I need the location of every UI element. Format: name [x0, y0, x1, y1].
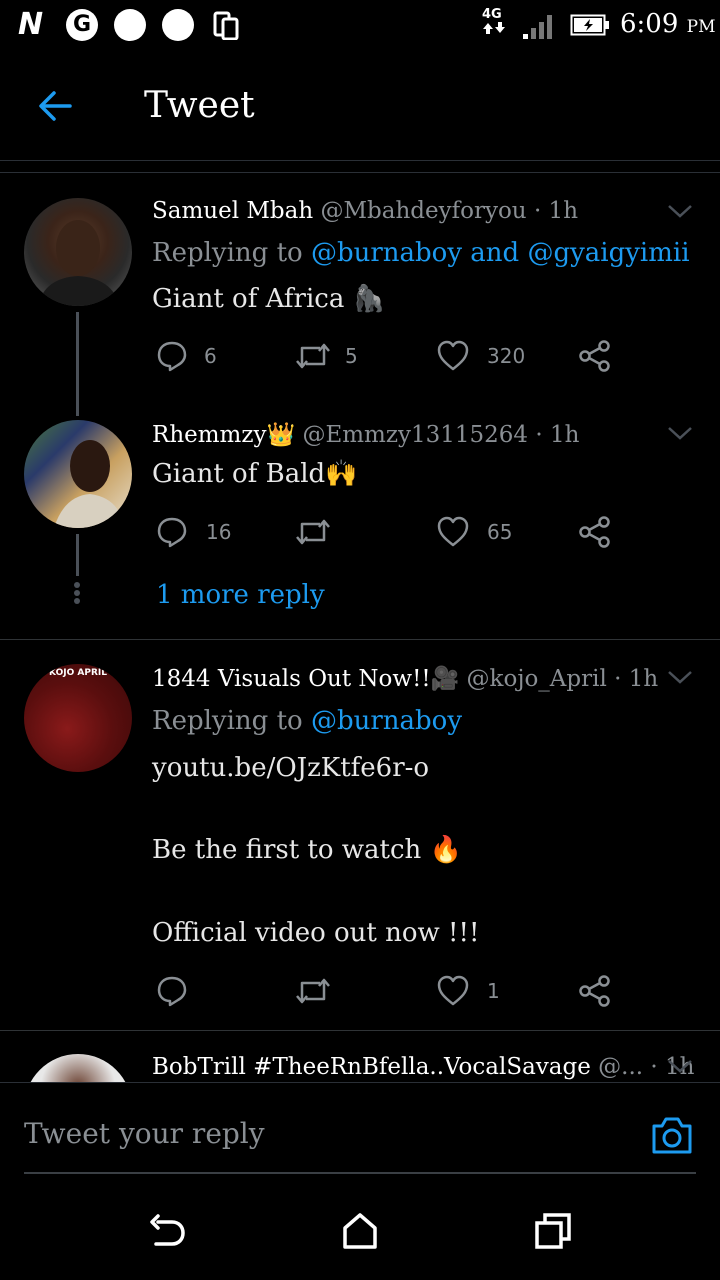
- mention-link[interactable]: @burnaboy: [311, 706, 462, 736]
- share-icon[interactable]: [578, 339, 612, 373]
- tweet-time: · 1h: [533, 198, 579, 224]
- thread-line: [76, 534, 79, 576]
- reply-count: 16: [206, 520, 232, 544]
- tweet-author[interactable]: BobTrill #TheeRnBfella..VocalSavage @...…: [152, 1052, 694, 1082]
- tweet-author[interactable]: Rhemmzy👑 @Emmzy13115264 · 1h: [152, 420, 579, 450]
- chevron-down-icon[interactable]: [667, 669, 693, 685]
- thread-dot: [74, 598, 80, 604]
- tweet-text: Giant of Africa 🦍: [152, 284, 385, 314]
- replying-to: Replying to @burnaboy: [152, 706, 463, 736]
- nav-back-icon[interactable]: [148, 1212, 188, 1252]
- tweet-time: · 1h: [614, 666, 659, 692]
- tweet-handle: @Emmzy13115264: [302, 422, 529, 448]
- tweet-text: Be the first to watch 🔥: [152, 835, 462, 865]
- avatar-image: [54, 440, 124, 528]
- divider: [0, 160, 720, 161]
- like-icon[interactable]: [436, 340, 470, 372]
- reply-input[interactable]: Tweet your reply: [24, 1114, 265, 1154]
- nav-home-icon[interactable]: [342, 1212, 378, 1250]
- page-title: Tweet: [144, 85, 255, 126]
- divider: [0, 1030, 720, 1031]
- circle-notification-icon: [162, 9, 194, 41]
- like-count: 65: [487, 520, 513, 544]
- retweet-icon[interactable]: [294, 975, 332, 1007]
- mention-link[interactable]: @gyaigyimii: [527, 238, 689, 268]
- chevron-down-icon[interactable]: [667, 425, 693, 441]
- divider: [0, 1082, 720, 1083]
- copy-icon: [213, 11, 239, 40]
- share-icon[interactable]: [578, 974, 612, 1008]
- retweet-count: 5: [345, 344, 358, 368]
- reply-icon[interactable]: [156, 340, 188, 372]
- avatar[interactable]: [24, 198, 132, 306]
- data-arrows-icon: [483, 22, 505, 34]
- divider: [0, 639, 720, 640]
- reply-icon[interactable]: [156, 516, 188, 548]
- network-type-label: 4G: [482, 8, 508, 38]
- clock: 6:09 PM: [620, 9, 716, 39]
- chevron-down-icon[interactable]: [667, 203, 693, 219]
- tweet-author[interactable]: Samuel Mbah @Mbahdeyforyou · 1h: [152, 196, 578, 226]
- tweet-handle: @...: [598, 1054, 644, 1080]
- avatar[interactable]: [24, 420, 132, 528]
- share-icon[interactable]: [578, 515, 612, 549]
- tweet-handle: @kojo_April: [466, 666, 607, 692]
- thread-dot: [74, 582, 80, 588]
- avatar-label: KOJO APRIL: [49, 668, 107, 678]
- thread-dot: [74, 590, 80, 596]
- input-underline: [24, 1172, 696, 1174]
- g-notification-icon: G: [66, 9, 98, 41]
- tweet-handle: @Mbahdeyforyou: [320, 198, 527, 224]
- avatar-image: [38, 220, 120, 306]
- thread-line: [76, 312, 79, 416]
- tweet-text: Official video out now !!!: [152, 918, 480, 948]
- retweet-icon[interactable]: [294, 516, 332, 548]
- signal-icon: [523, 15, 552, 39]
- nav-recents-icon[interactable]: [534, 1212, 572, 1250]
- more-replies-link[interactable]: 1 more reply: [156, 578, 325, 612]
- replying-to: Replying to @burnaboy and @gyaigyimii: [152, 238, 690, 268]
- back-arrow-icon[interactable]: [36, 88, 74, 124]
- mention-link[interactable]: @burnaboy: [311, 238, 462, 268]
- tweet-link[interactable]: youtu.be/OJzKtfe6r-o: [152, 751, 429, 785]
- chevron-down-icon[interactable]: [667, 1058, 693, 1074]
- like-count: 320: [487, 344, 526, 368]
- like-count: 1: [487, 979, 500, 1003]
- n-notification-icon: N: [18, 7, 44, 42]
- avatar[interactable]: KOJO APRIL: [24, 664, 132, 772]
- like-icon[interactable]: [436, 975, 470, 1007]
- tweet-time: · 1h: [535, 422, 580, 448]
- tweet-author[interactable]: 1844 Visuals Out Now!!🎥 @kojo_April · 1h: [152, 664, 658, 694]
- status-bar: N G 4G 6:09 PM: [0, 0, 720, 50]
- retweet-icon[interactable]: [294, 340, 332, 372]
- camera-icon[interactable]: [650, 1114, 694, 1156]
- tweet-text: Giant of Bald🙌: [152, 459, 358, 489]
- divider: [0, 172, 720, 173]
- reply-bar: [0, 1082, 720, 1280]
- reply-icon[interactable]: [156, 975, 188, 1007]
- reply-count: 6: [204, 344, 217, 368]
- battery-icon: [570, 14, 609, 36]
- circle-notification-icon: [114, 9, 146, 41]
- like-icon[interactable]: [436, 516, 470, 548]
